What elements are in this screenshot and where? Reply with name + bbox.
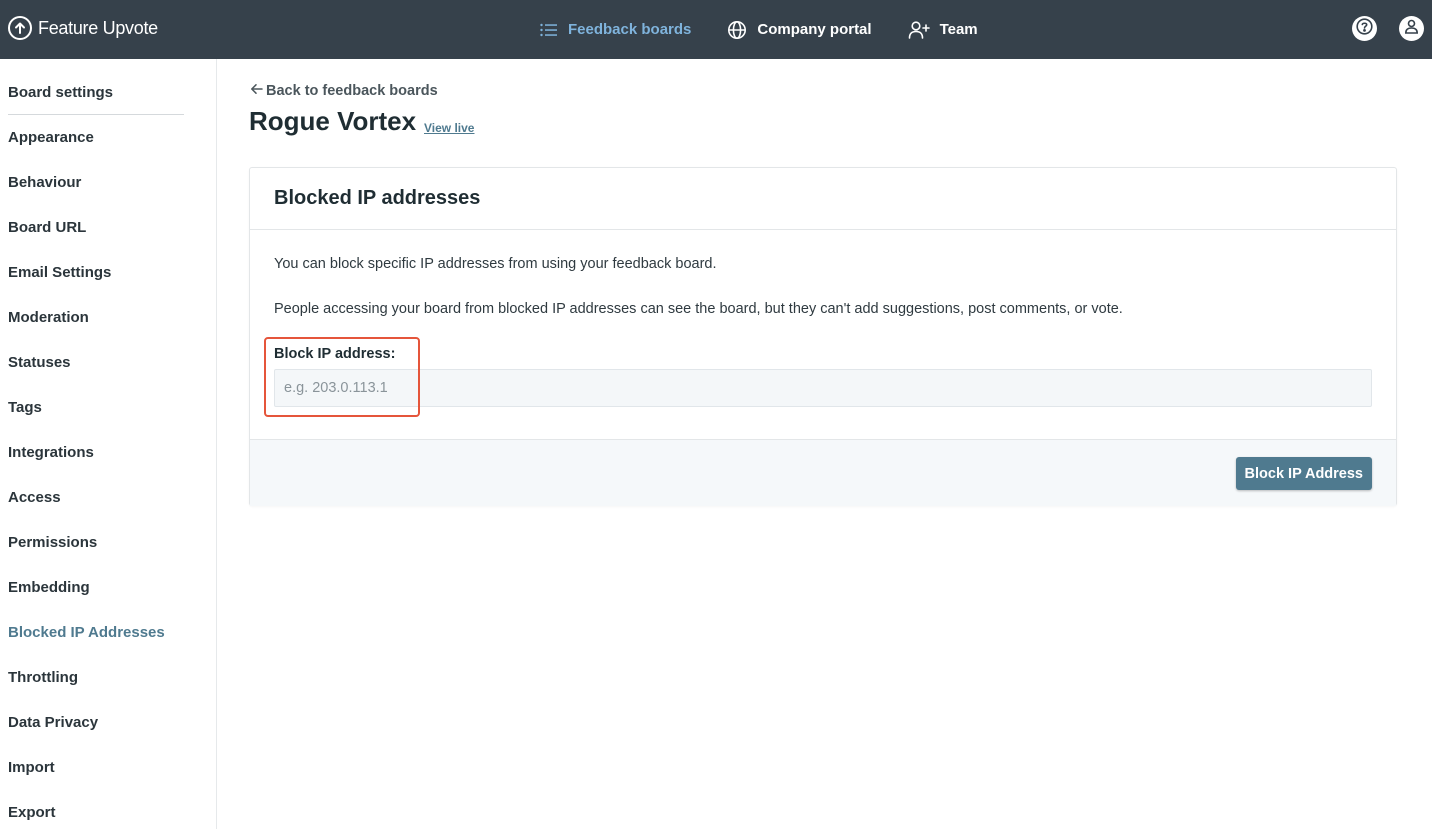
arrow-left-icon bbox=[250, 83, 263, 99]
sidebar-item-statuses[interactable]: Statuses bbox=[8, 354, 71, 371]
description-text-1: You can block specific IP addresses from… bbox=[274, 256, 717, 272]
sidebar-item-embedding[interactable]: Embedding bbox=[8, 579, 90, 596]
sidebar-item-email-settings[interactable]: Email Settings bbox=[8, 264, 111, 281]
sidebar-item-permissions[interactable]: Permissions bbox=[8, 534, 97, 551]
sidebar-item-moderation[interactable]: Moderation bbox=[8, 309, 89, 326]
globe-icon bbox=[727, 20, 747, 40]
sidebar-item-board-settings[interactable]: Board settings bbox=[8, 84, 113, 101]
account-button[interactable] bbox=[1399, 16, 1424, 41]
nav-team[interactable]: Team bbox=[908, 20, 978, 40]
sidebar-divider bbox=[8, 114, 184, 115]
app-name: Feature Upvote bbox=[38, 17, 158, 38]
page-title: Rogue Vortex bbox=[249, 106, 417, 136]
block-ip-label: Block IP address: bbox=[274, 346, 396, 362]
top-navbar: Feature Upvote Feedback boards Company p… bbox=[0, 0, 1432, 59]
top-right-actions bbox=[1352, 16, 1424, 41]
sidebar-item-board-url[interactable]: Board URL bbox=[8, 219, 86, 236]
blocked-ip-card: Blocked IP addresses You can block speci… bbox=[249, 167, 1397, 506]
sidebar-item-blocked-ip-addresses[interactable]: Blocked IP Addresses bbox=[8, 624, 165, 641]
nav-feedback-boards-label: Feedback boards bbox=[568, 21, 692, 38]
card-title: Blocked IP addresses bbox=[274, 187, 481, 209]
sidebar-item-import[interactable]: Import bbox=[8, 759, 55, 776]
add-user-icon bbox=[908, 20, 930, 40]
view-live-link[interactable]: View live bbox=[424, 121, 474, 135]
block-ip-address-button[interactable]: Block IP Address bbox=[1235, 457, 1372, 490]
card-footer: Block IP Address bbox=[250, 439, 1396, 506]
app-logo[interactable]: Feature Upvote bbox=[8, 16, 158, 40]
card-header: Blocked IP addresses bbox=[250, 168, 1396, 230]
sidebar-item-throttling[interactable]: Throttling bbox=[8, 669, 78, 686]
main-nav: Feedback boards Company portal Team bbox=[540, 0, 1014, 59]
sidebar-item-behaviour[interactable]: Behaviour bbox=[8, 174, 81, 191]
help-button[interactable] bbox=[1352, 16, 1377, 41]
sidebar-item-data-privacy[interactable]: Data Privacy bbox=[8, 714, 98, 731]
settings-sidebar: Board settings Appearance Behaviour Boar… bbox=[0, 59, 217, 829]
nav-feedback-boards[interactable]: Feedback boards bbox=[540, 21, 691, 38]
back-to-feedback-boards-link[interactable]: Back to feedback boards bbox=[250, 83, 438, 99]
block-ip-input[interactable] bbox=[274, 369, 1372, 407]
help-icon bbox=[1356, 17, 1373, 40]
sidebar-item-integrations[interactable]: Integrations bbox=[8, 444, 94, 461]
nav-team-label: Team bbox=[939, 21, 978, 38]
nav-company-portal[interactable]: Company portal bbox=[727, 20, 872, 40]
list-icon bbox=[540, 23, 558, 37]
sidebar-item-appearance[interactable]: Appearance bbox=[8, 129, 94, 146]
nav-company-portal-label: Company portal bbox=[757, 21, 872, 38]
user-icon bbox=[1404, 19, 1419, 39]
sidebar-item-tags[interactable]: Tags bbox=[8, 399, 42, 416]
back-link-label: Back to feedback boards bbox=[266, 83, 438, 99]
sidebar-item-access[interactable]: Access bbox=[8, 489, 61, 506]
sidebar-item-export[interactable]: Export bbox=[8, 804, 56, 821]
upvote-arrow-icon bbox=[8, 16, 32, 40]
description-text-2: People accessing your board from blocked… bbox=[274, 301, 1123, 317]
